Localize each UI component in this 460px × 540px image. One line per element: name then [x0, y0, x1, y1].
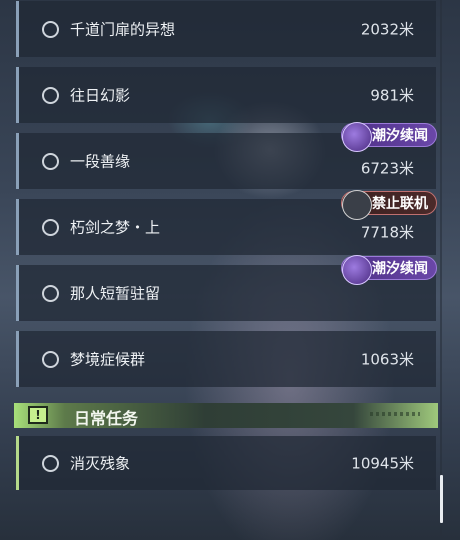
untracked-circle-icon [42, 454, 59, 472]
no-coop-icon [342, 190, 372, 220]
tide-swirl-icon [342, 255, 372, 285]
scrollbar-thumb[interactable] [440, 475, 443, 523]
badge-label: 潮汐续闻 [372, 128, 428, 144]
tide-swirl-icon [342, 122, 372, 152]
daily-quests-header: ! 日常任务 [14, 403, 438, 428]
tide-story-badge: 潮汐续闻 [341, 255, 437, 285]
quest-name: 朽剑之梦・上 [70, 218, 161, 237]
tide-story-badge: 潮汐续闻 [341, 122, 437, 152]
alert-icon: ! [28, 406, 48, 424]
quest-distance: 981米 [370, 86, 414, 105]
header-decoration [370, 412, 420, 416]
quest-distance: 7718米 [360, 223, 414, 242]
scrollbar-track[interactable] [440, 0, 442, 540]
daily-quest-row[interactable]: 消灭残象 10945米 [16, 436, 436, 490]
untracked-circle-icon [42, 20, 59, 38]
quest-name: 梦境症候群 [70, 350, 146, 369]
untracked-circle-icon [42, 218, 59, 236]
quest-row[interactable]: 千道门扉的异想 2032米 [16, 1, 436, 57]
quest-row[interactable]: 往日幻影 981米 [16, 67, 436, 123]
untracked-circle-icon [42, 152, 59, 170]
quest-distance: 1063米 [360, 350, 414, 369]
untracked-circle-icon [42, 350, 59, 368]
quest-row[interactable]: 梦境症候群 1063米 [16, 331, 436, 387]
quest-distance: 2032米 [360, 20, 414, 39]
quest-name: 一段善缘 [70, 152, 131, 171]
quest-name: 消灭残象 [70, 454, 131, 473]
quest-name: 那人短暂驻留 [70, 284, 161, 303]
quest-list: 千道门扉的异想 2032米 往日幻影 981米 一段善缘 6723米 朽剑之梦・… [0, 0, 460, 540]
section-title: 日常任务 [74, 409, 139, 428]
untracked-circle-icon [42, 284, 59, 302]
untracked-circle-icon [42, 86, 59, 104]
badge-label: 禁止联机 [372, 196, 428, 212]
no-coop-badge: 禁止联机 [341, 190, 437, 220]
quest-distance: 6723米 [360, 159, 414, 178]
quest-name: 千道门扉的异想 [70, 20, 176, 39]
quest-distance: 10945米 [351, 454, 414, 473]
badge-label: 潮汐续闻 [372, 261, 428, 277]
quest-name: 往日幻影 [70, 86, 131, 105]
